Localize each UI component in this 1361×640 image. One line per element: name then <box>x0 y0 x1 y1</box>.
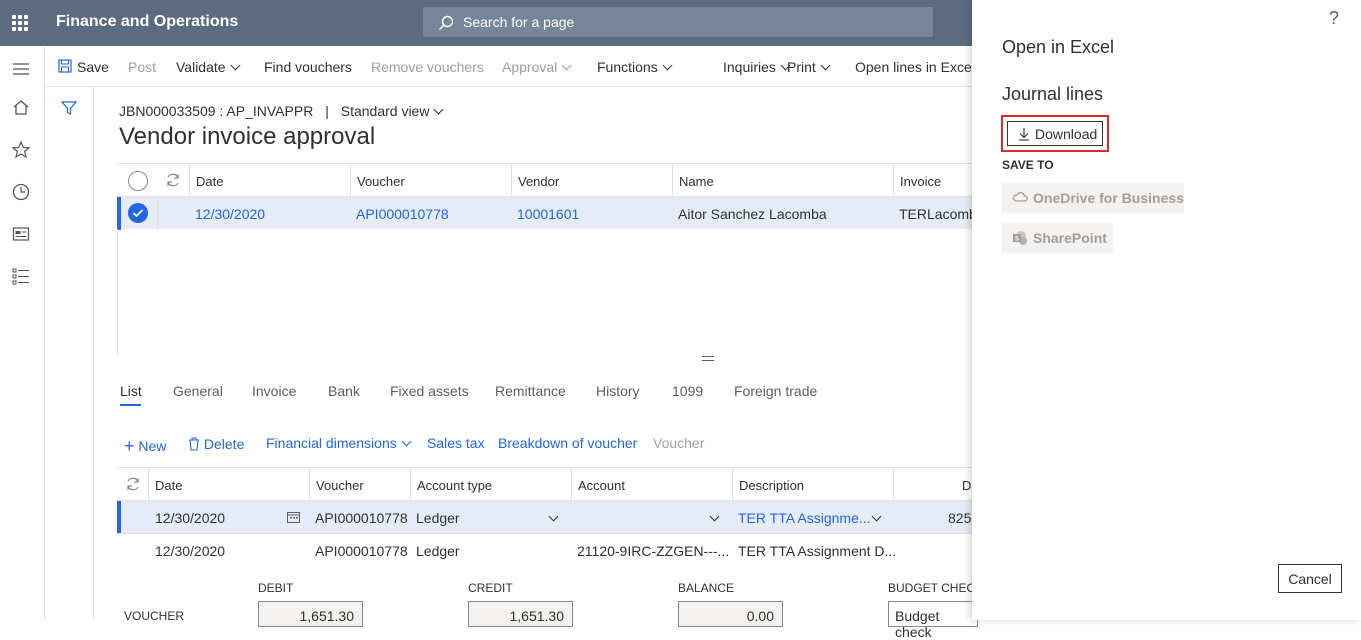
sharepoint-label: SharePoint <box>1033 230 1107 246</box>
download-icon <box>1019 128 1029 141</box>
open-in-excel-panel: ? Open in Excel Journal lines Download S… <box>972 0 1361 620</box>
download-button[interactable]: Download <box>1007 121 1103 146</box>
onedrive-button[interactable]: OneDrive for Business <box>1002 183 1184 213</box>
save-to-label: SAVE TO <box>1002 158 1054 172</box>
download-highlight: Download <box>1001 115 1109 152</box>
svg-text:S: S <box>1015 237 1019 243</box>
app-launcher-icon[interactable] <box>12 15 28 31</box>
search-icon <box>439 15 454 30</box>
help-icon[interactable]: ? <box>1329 8 1339 29</box>
app-title[interactable]: Finance and Operations <box>56 13 238 31</box>
cloud-icon <box>1012 192 1028 202</box>
search-box[interactable]: Search for a page <box>423 7 933 37</box>
cancel-button[interactable]: Cancel <box>1278 564 1342 593</box>
modal-overlay <box>0 46 972 620</box>
panel-title: Open in Excel <box>1002 37 1115 57</box>
search-placeholder: Search for a page <box>463 14 575 30</box>
sharepoint-button[interactable]: S SharePoint <box>1002 223 1113 253</box>
sharepoint-icon: S <box>1013 231 1027 245</box>
download-label: Download <box>1035 126 1098 142</box>
onedrive-label: OneDrive for Business <box>1033 190 1184 206</box>
panel-subtitle: Journal lines <box>1002 84 1104 104</box>
